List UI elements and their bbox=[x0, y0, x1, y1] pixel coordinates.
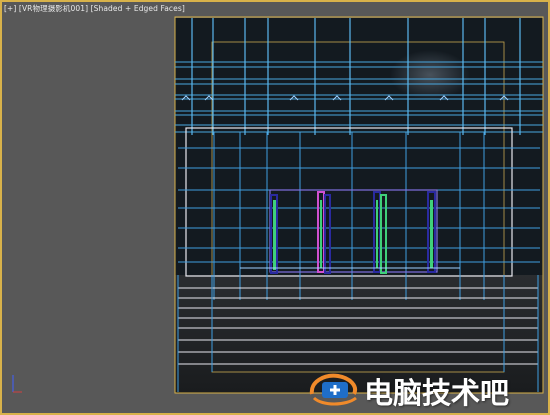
watermark: 电脑技术吧 bbox=[300, 366, 545, 410]
wireframe-scene bbox=[12, 16, 544, 394]
ceiling-light-glow bbox=[390, 50, 470, 100]
axis-gizmo-icon bbox=[12, 375, 22, 393]
watermark-logo-icon bbox=[309, 373, 357, 406]
watermark-text: 电脑技术吧 bbox=[364, 376, 510, 410]
viewport[interactable]: [+] [VR物理摄影机001] [Shaded + Edged Faces] bbox=[0, 0, 550, 415]
